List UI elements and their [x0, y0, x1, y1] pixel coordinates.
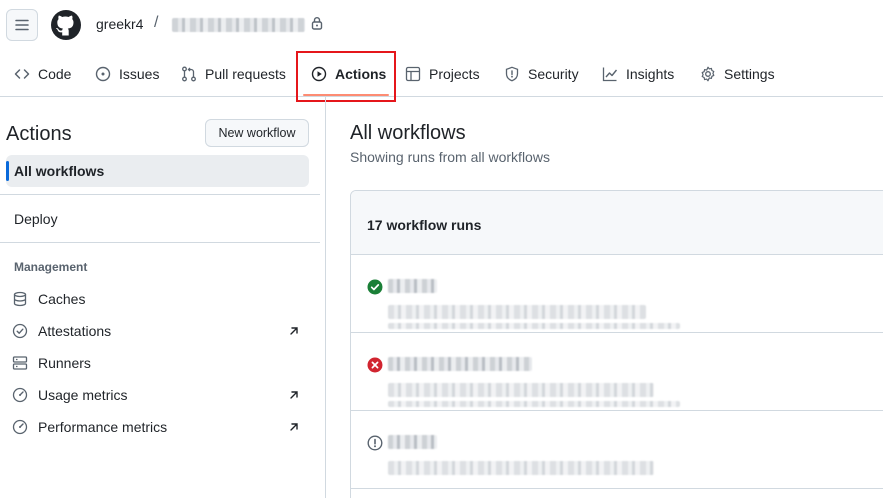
run-meta-redacted	[388, 461, 654, 475]
tab-label: Code	[38, 65, 72, 82]
lock-icon	[311, 17, 323, 30]
stop-circle-icon	[367, 435, 383, 451]
sidebar-item-label: Runners	[38, 355, 91, 371]
sidebar-item-performance-metrics[interactable]: Performance metrics	[12, 415, 306, 439]
tab-label: Projects	[429, 65, 480, 82]
tab-code[interactable]: Code	[14, 50, 71, 97]
server-icon	[12, 356, 28, 370]
run-title-redacted[interactable]	[388, 435, 437, 449]
tab-label: Security	[528, 65, 579, 82]
management-heading: Management	[14, 260, 88, 274]
run-meta-redacted	[388, 383, 654, 397]
verified-icon	[12, 323, 28, 339]
page-subtitle: Showing runs from all workflows	[350, 149, 550, 165]
sidebar-title: Actions	[6, 123, 72, 145]
tab-label: Settings	[724, 65, 775, 82]
actions-tab-highlight-box	[296, 51, 396, 102]
database-icon	[13, 291, 27, 307]
run-meta-redacted	[388, 305, 646, 319]
runs-list-header: 17 workflow runs	[351, 191, 883, 255]
breadcrumb-separator: /	[154, 14, 159, 31]
graph-icon	[602, 67, 618, 81]
tab-security[interactable]: Security	[504, 50, 579, 97]
breadcrumb-owner[interactable]: greekr4	[96, 16, 143, 32]
sidebar-item-caches[interactable]: Caches	[12, 287, 306, 311]
sidebar-item-deploy[interactable]: Deploy	[14, 211, 58, 227]
run-title-redacted[interactable]	[388, 357, 532, 371]
tab-pull-requests[interactable]: Pull requests	[181, 50, 286, 97]
meter-icon	[12, 387, 28, 403]
selected-indicator	[6, 161, 9, 181]
code-icon	[14, 68, 30, 79]
shield-icon	[505, 66, 519, 81]
external-link-arrow-icon	[290, 391, 298, 399]
tab-label: Insights	[626, 65, 675, 82]
check-circle-icon	[367, 279, 383, 295]
sidebar-item-label: Caches	[38, 291, 86, 307]
tab-label: Issues	[119, 65, 160, 82]
runs-count: 17 workflow runs	[367, 217, 482, 233]
external-link-arrow-icon	[290, 327, 298, 335]
workflow-runs-list: 17 workflow runs	[350, 190, 883, 498]
tab-label: Pull requests	[205, 65, 286, 82]
tab-insights[interactable]: Insights	[602, 50, 674, 97]
workflows-main: All workflows Showing runs from all work…	[326, 97, 883, 498]
table-icon	[405, 66, 421, 81]
tab-settings[interactable]: Settings	[700, 50, 775, 97]
sidebar-item-usage-metrics[interactable]: Usage metrics	[12, 383, 306, 407]
sidebar-divider	[0, 194, 320, 195]
sidebar-item-runners[interactable]: Runners	[12, 351, 306, 375]
hamburger-menu-button[interactable]	[6, 9, 38, 41]
gear-icon	[701, 66, 715, 81]
workflow-run-row[interactable]	[351, 411, 883, 489]
workflow-run-row[interactable]	[351, 255, 883, 333]
git-pull-request-icon	[182, 66, 196, 81]
sidebar-item-label: Performance metrics	[38, 419, 168, 435]
sidebar-item-label: Usage metrics	[38, 387, 128, 403]
sidebar-item-attestations[interactable]: Attestations	[12, 319, 306, 343]
actions-sidebar: Actions New workflow All workflows Deplo…	[0, 97, 326, 498]
workflow-run-row[interactable]	[351, 333, 883, 411]
issue-opened-icon	[95, 66, 111, 81]
top-bar: greekr4 /	[0, 0, 883, 50]
meter-icon	[12, 419, 28, 435]
run-meta-redacted	[388, 401, 680, 407]
sidebar-item-all-workflows[interactable]: All workflows	[6, 155, 309, 187]
repo-nav-tabs: Code Issues Pull requests Actions Projec…	[0, 50, 883, 97]
sidebar-item-label: Attestations	[38, 323, 112, 339]
github-logo-icon[interactable]	[50, 9, 82, 41]
sidebar-item-label: All workflows	[14, 163, 105, 179]
breadcrumb-repo-name[interactable]	[172, 18, 305, 32]
run-title-redacted[interactable]	[388, 279, 437, 293]
new-workflow-button[interactable]: New workflow	[205, 119, 309, 147]
hamburger-icon	[15, 19, 29, 31]
x-circle-icon	[367, 357, 383, 373]
tab-issues[interactable]: Issues	[95, 50, 159, 97]
run-meta-redacted	[388, 323, 680, 329]
sidebar-divider	[0, 242, 320, 243]
tab-projects[interactable]: Projects	[405, 50, 480, 97]
page-title: All workflows	[350, 122, 466, 144]
external-link-arrow-icon	[290, 423, 298, 431]
